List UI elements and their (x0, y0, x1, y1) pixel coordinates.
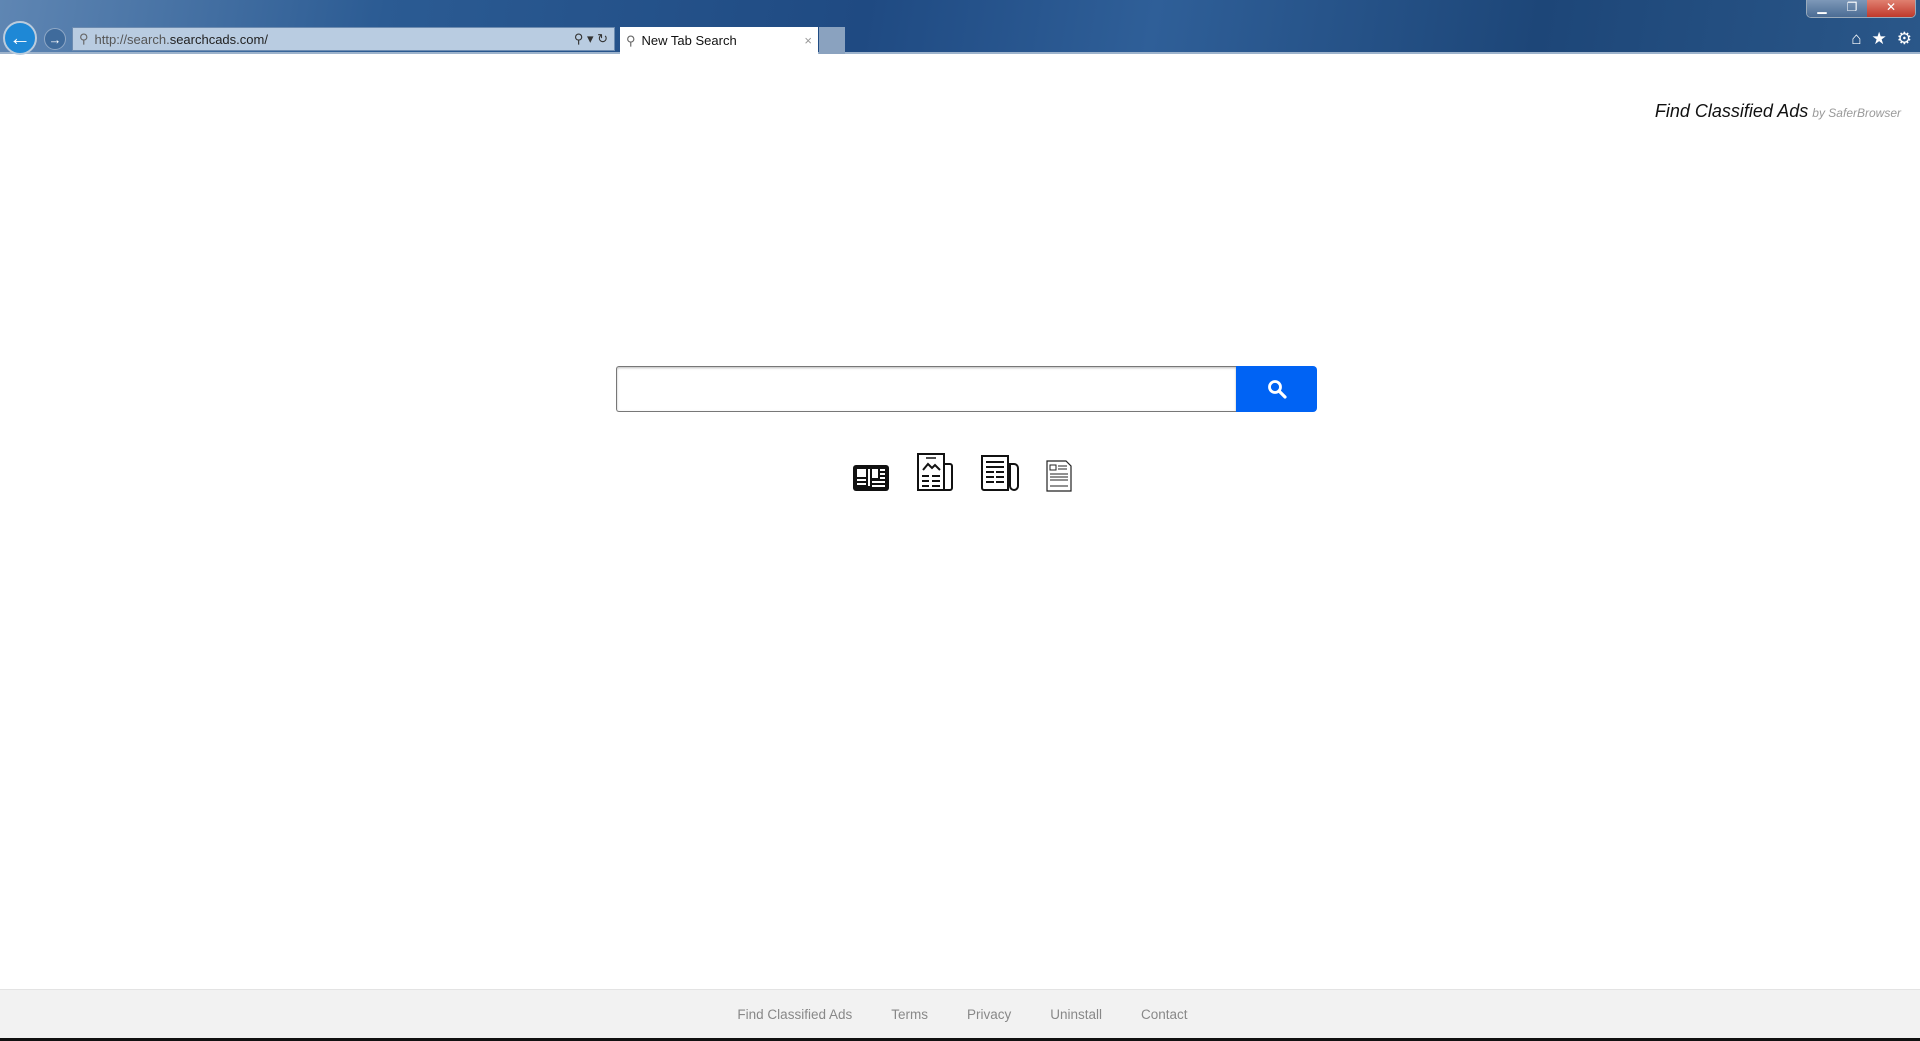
news-article-image-icon[interactable] (916, 452, 954, 492)
tab-new-tab-search[interactable]: ⚲ New Tab Search × (620, 27, 818, 54)
newspaper-icon[interactable] (852, 464, 890, 492)
search-button[interactable] (1236, 366, 1317, 412)
restore-button[interactable]: ❐ (1837, 0, 1867, 17)
document-icon[interactable] (1046, 460, 1072, 492)
tab-close-icon[interactable]: × (804, 33, 812, 48)
url-text: http://search.searchcads.com/ (94, 31, 268, 47)
window-controls: ▁ ❐ ✕ (1806, 0, 1916, 18)
brand-by: by SaferBrowser (1812, 106, 1901, 120)
search-icon: ⚲ (626, 32, 636, 48)
footer-link-contact[interactable]: Contact (1141, 1007, 1188, 1022)
browser-toolbar: ← → ⚲ http://search.searchcads.com/ ⚲ ▾ … (0, 0, 1920, 55)
footer-link-privacy[interactable]: Privacy (967, 1007, 1011, 1022)
back-button[interactable]: ← (3, 21, 37, 55)
address-bar[interactable]: ⚲ http://search.searchcads.com/ ⚲ ▾ ↻ (72, 27, 615, 51)
search-input[interactable] (616, 366, 1236, 412)
minimize-button[interactable]: ▁ (1807, 0, 1837, 17)
gear-icon[interactable]: ⚙ (1897, 29, 1912, 49)
footer: Find Classified Ads Terms Privacy Uninst… (0, 989, 1920, 1038)
arrow-left-icon: ← (9, 25, 31, 50)
arrow-right-icon: → (48, 31, 62, 47)
close-button[interactable]: ✕ (1867, 0, 1915, 17)
search-icon (1267, 380, 1287, 399)
shortcut-icons (852, 452, 1072, 492)
search-form (616, 366, 1317, 412)
home-icon[interactable]: ⌂ (1851, 29, 1861, 49)
star-icon[interactable]: ★ (1872, 29, 1887, 49)
footer-link-find-classified-ads[interactable]: Find Classified Ads (737, 1007, 852, 1022)
search-icon: ⚲ (79, 31, 89, 46)
footer-link-terms[interactable]: Terms (891, 1007, 928, 1022)
forward-button[interactable]: → (44, 28, 66, 50)
new-tab-button[interactable] (819, 27, 845, 54)
footer-link-uninstall[interactable]: Uninstall (1050, 1007, 1102, 1022)
search-dropdown-refresh[interactable]: ⚲ ▾ ↻ (574, 31, 608, 47)
tab-title: New Tab Search (641, 33, 737, 48)
brand-title: Find Classified Ads by SaferBrowser (1654, 101, 1901, 121)
browser-tools: ⌂ ★ ⚙ (1851, 29, 1912, 49)
folded-newspaper-icon[interactable] (980, 454, 1020, 492)
